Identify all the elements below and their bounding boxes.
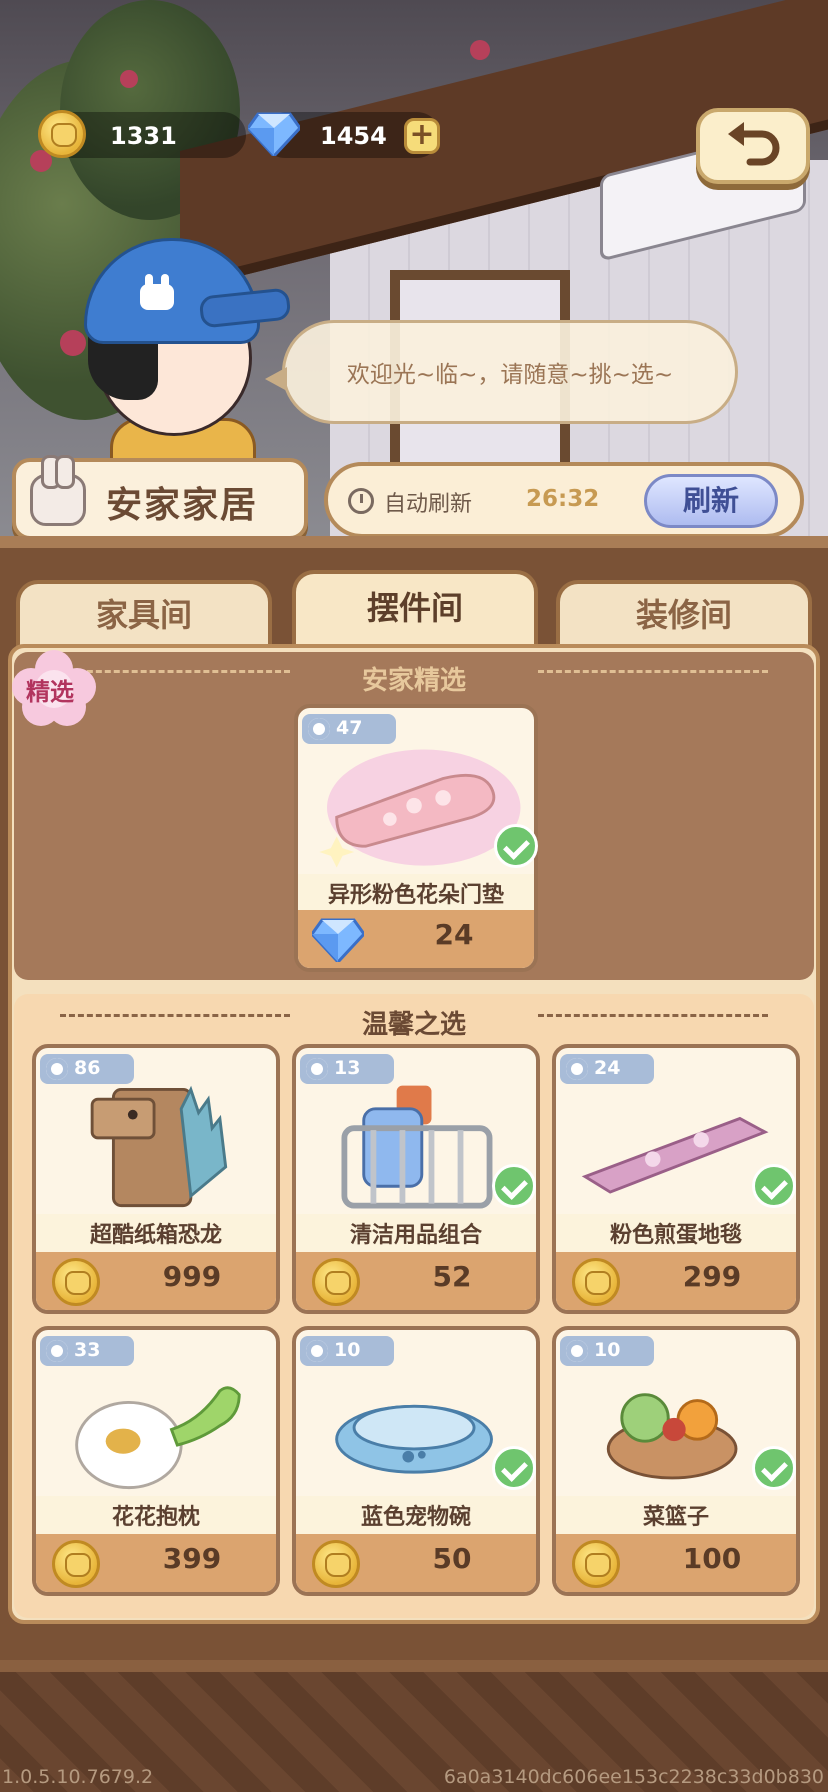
auto-refresh-label: 自动刷新 [384,492,473,517]
stock-count: 24 [560,1054,654,1084]
coin-icon [312,1540,360,1588]
shop-name: 安家家居 [106,485,259,526]
flower-icon [46,1340,68,1362]
diamond-icon [248,112,300,156]
item-price: 24 [434,918,474,951]
refresh-bar: 自动刷新 26:32 刷新 [324,462,804,538]
stock-count: 33 [40,1336,134,1366]
price-bar: 299 [556,1252,796,1310]
owned-check-icon [752,1164,796,1208]
coin-icon [52,1540,100,1588]
add-gems-button[interactable]: + [404,118,440,154]
diamond-icon [312,918,364,962]
owned-check-icon [492,1164,536,1208]
coin-icon [572,1258,620,1306]
gem-amount: 1454 [320,122,387,150]
coin-icon [572,1540,620,1588]
back-button[interactable] [696,108,810,184]
price-bar: 24 [298,910,534,968]
price-bar: 50 [296,1534,536,1592]
item-price: 50 [432,1542,472,1575]
tab-ornaments[interactable]: 摆件间 [292,570,538,648]
build-hash: 6a0a3140dc606ee153c2238c33d0b830 [443,1766,824,1788]
flower-icon [46,1058,68,1080]
coin-icon [52,1258,100,1306]
blossom-decoration [470,40,490,60]
blossom-decoration [60,330,86,356]
item-price: 999 [162,1260,222,1293]
stock-count: 10 [560,1336,654,1366]
bunny-cap-emblem [140,274,174,310]
back-arrow-icon [728,122,780,166]
item-card[interactable]: 33 花花抱枕 399 [32,1326,280,1596]
stock-count: 86 [40,1054,134,1084]
item-price: 52 [432,1260,472,1293]
clock-icon [348,488,374,514]
flower-icon [306,1340,328,1362]
featured-badge-label: 精选 [26,678,74,706]
item-card[interactable]: 86 超酷纸箱恐龙 999 [32,1044,280,1314]
shop-name-badge: 安家家居 [12,455,308,540]
blossom-decoration [120,70,138,88]
owned-check-icon [494,824,538,868]
coin-icon [38,110,86,158]
version-text: 1.0.5.10.7679.2 [2,1766,154,1788]
item-price: 100 [682,1542,742,1575]
featured-badge: 精选 [12,650,96,726]
npc-speech-bubble: 欢迎光~临~，请随意~挑~选~ [265,320,738,424]
refresh-button[interactable]: 刷新 [644,474,778,528]
item-price: 399 [162,1542,222,1575]
price-bar: 999 [36,1252,276,1310]
tab-decoration[interactable]: 装修间 [556,580,812,648]
featured-title: 安家精选 [361,666,466,696]
refresh-timer: 26:32 [526,486,600,512]
coin-amount: 1331 [110,122,177,150]
footer: 1.0.5.10.7679.2 6a0a3140dc606ee153c2238c… [0,1660,828,1792]
owned-check-icon [492,1446,536,1490]
tab-furniture[interactable]: 家具间 [16,580,272,648]
stock-count: 13 [300,1054,394,1084]
stock-count: 47 [302,714,396,744]
flower-icon [566,1340,588,1362]
coin-icon [312,1258,360,1306]
item-price: 299 [682,1260,742,1293]
price-bar: 52 [296,1252,536,1310]
bunny-icon [30,455,86,526]
owned-check-icon [752,1446,796,1490]
stock-count: 10 [300,1336,394,1366]
flower-icon [566,1058,588,1080]
greeting-text: 欢迎光~临~，请随意~挑~选~ [346,362,674,388]
flower-icon [308,718,330,740]
price-bar: 399 [36,1534,276,1592]
price-bar: 100 [556,1534,796,1592]
flower-icon [306,1058,328,1080]
cozy-title: 温馨之选 [361,1010,466,1040]
